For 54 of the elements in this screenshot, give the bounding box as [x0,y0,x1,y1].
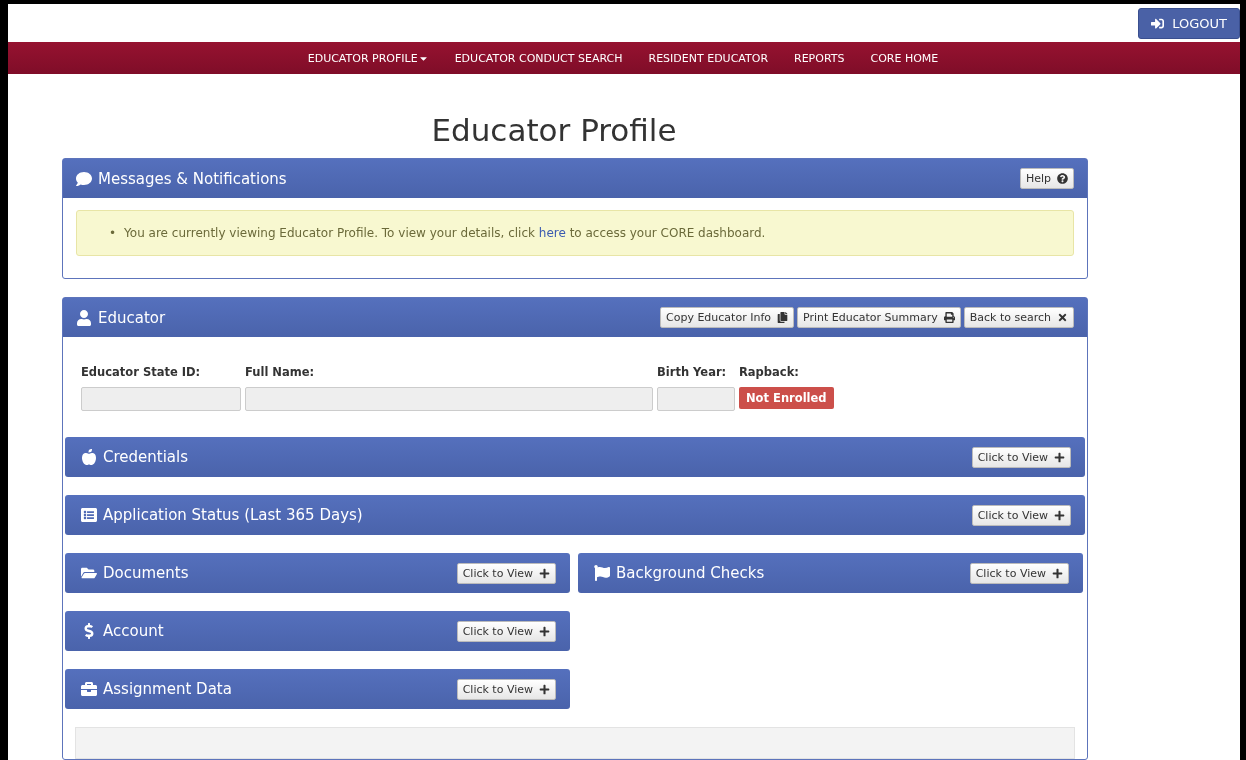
plus-icon [539,625,550,637]
sign-in-icon [1151,17,1165,30]
here-link[interactable]: here [538,226,566,240]
user-icon [76,309,92,326]
input-field[interactable] [657,387,735,411]
click-to-view-button[interactable]: Click to View [971,446,1071,468]
toolbar-button[interactable]: Print Educator Summary [797,307,961,328]
section-title: Credentials [103,448,189,466]
help-icon [1057,173,1068,184]
briefcase-icon [81,681,97,697]
comment-icon [76,170,92,187]
apple-icon [81,449,97,465]
section-title: Assignment Data [103,680,232,698]
panel-title: Messages & Notifications [98,169,287,188]
section-title: Background Checks [616,564,765,582]
nav-link[interactable]: RESIDENT EDUCATOR [648,51,769,65]
section-title: Account [103,622,164,640]
input-field[interactable] [245,387,653,411]
copy-icon [777,312,788,323]
toolbar-button[interactable]: Copy Educator Info [660,307,794,328]
nav-link[interactable]: EDUCATOR CONDUCT SEARCH [454,51,623,65]
nav-link[interactable]: CORE HOME [870,51,939,65]
field-label: Educator State ID: [81,365,202,379]
click-to-view-button[interactable]: Click to View [971,504,1071,526]
click-to-view-button[interactable]: Click to View [969,562,1069,584]
toolbar-button[interactable]: Back to search [963,307,1074,328]
plus-icon [539,567,550,579]
list-icon [81,507,97,523]
plus-icon [1052,567,1063,579]
bullet: • [109,226,117,240]
nav-link[interactable]: REPORTS [794,51,845,65]
close-icon [1057,312,1068,323]
field-label: Full Name: [245,365,316,379]
click-to-view-button[interactable]: Click to View [456,620,556,642]
help-button[interactable]: Help [1019,168,1074,189]
nav-link[interactable]: EDUCATOR PROFILE [307,51,429,65]
page-title: Educator Profile [430,112,678,148]
input-field[interactable] [81,387,241,411]
printer-icon [943,312,955,323]
plus-icon [1054,509,1065,521]
logout-button[interactable]: LOGOUT [1138,8,1240,39]
folder-icon [81,565,97,581]
click-to-view-button[interactable]: Click to View [456,562,556,584]
section-title: Documents [103,564,189,582]
flag-icon [594,565,610,581]
field-label: Rapback: [739,365,800,379]
notification-text: You are currently viewing Educator Profile. To view your details, click here to access your CORE dashboard. [124,225,766,241]
section-title: Application Status (Last 365 Days) [103,506,363,524]
panel-title: Educator [98,308,166,327]
click-to-view-button[interactable]: Click to View [456,678,556,700]
plus-icon [1054,451,1065,463]
plus-icon [539,683,550,695]
status-badge: Not Enrolled [739,387,834,409]
field-label: Birth Year: [657,365,728,379]
